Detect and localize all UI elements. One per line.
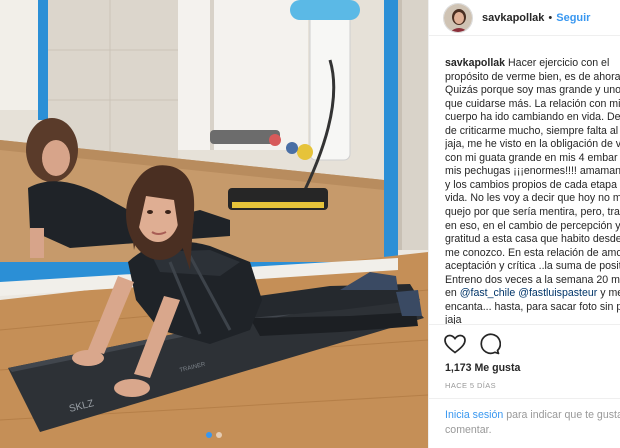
caption-line: propósito de verme bien, es de ahora. bbox=[445, 70, 620, 83]
caption-line: mis pechugas ¡¡¡enormes!!!! amamant bbox=[445, 165, 620, 178]
carousel-dot-active[interactable] bbox=[206, 432, 212, 438]
caption-line: en eso, en el cambio de percepción y bbox=[445, 219, 620, 232]
post-timestamp[interactable]: HACE 5 DÍAS bbox=[445, 381, 496, 390]
caption-line-tags: en @fast_chile @fastluispasteur y me bbox=[445, 287, 620, 301]
caption-line: vida. No les voy a decir que hoy no m bbox=[445, 192, 620, 205]
caption-line: encanta... hasta, para sacar foto sin po bbox=[445, 300, 620, 313]
divider bbox=[429, 398, 620, 399]
login-line: Inicia sesión para indicar que te gusta bbox=[445, 408, 620, 423]
login-prompt: Inicia sesión para indicar que te gusta … bbox=[445, 408, 620, 438]
avatar-image bbox=[444, 3, 472, 32]
caption-line: con mi guata grande en mis 4 embar bbox=[445, 151, 618, 164]
post-actions bbox=[443, 332, 501, 356]
caption-text: en bbox=[445, 287, 457, 300]
caption-line: jaja, me he visto en la obligación de v bbox=[445, 138, 620, 151]
caption-line-1: savkapollak Hacer ejercicio con el bbox=[445, 57, 620, 71]
caption-line: aceptación y crítica ..la suma de posit bbox=[445, 260, 620, 273]
post-side-panel: savkapollak • Seguir savkapollak Hacer e… bbox=[428, 0, 620, 448]
avatar[interactable] bbox=[443, 2, 473, 33]
divider bbox=[429, 324, 620, 325]
mention-link[interactable]: @fastluispasteur bbox=[518, 287, 597, 299]
login-text-2: comentar. bbox=[445, 424, 492, 436]
caption-line: Quizás porque soy mas grande y uno bbox=[445, 84, 620, 97]
carousel-indicator bbox=[0, 432, 428, 438]
login-text: para indicar que te gusta bbox=[503, 409, 620, 421]
caption-line: y los cambios propios de cada etapa bbox=[445, 178, 617, 191]
post-header: savkapollak • Seguir bbox=[429, 0, 620, 36]
caption-line: gratitud a esta casa que habito desde bbox=[445, 233, 620, 246]
comment-icon[interactable] bbox=[477, 332, 501, 356]
heart-icon[interactable] bbox=[443, 332, 467, 356]
caption-line: quejo por que sería mentira, pero, tra bbox=[445, 206, 620, 219]
caption-line: Entreno dos veces a la semana 20 mi bbox=[445, 273, 620, 286]
caption-text: Hacer ejercicio con el bbox=[508, 57, 610, 69]
caption-line: me conozco. En esta relación de amo bbox=[445, 246, 620, 259]
post-photo[interactable]: SKLZ TRAINER bbox=[0, 0, 428, 448]
follow-button[interactable]: Seguir bbox=[556, 12, 590, 24]
caption-line: que cuidarse más. La relación con mi bbox=[445, 97, 620, 110]
login-link[interactable]: Inicia sesión bbox=[445, 409, 503, 421]
post-caption: savkapollak Hacer ejercicio con el propó… bbox=[445, 57, 620, 324]
caption-username[interactable]: savkapollak bbox=[445, 57, 505, 69]
caption-line: de criticarme mucho, siempre falta al bbox=[445, 124, 619, 137]
carousel-dot[interactable] bbox=[216, 432, 222, 438]
header-username[interactable]: savkapollak bbox=[482, 12, 544, 24]
header-separator: • bbox=[548, 11, 553, 24]
caption-text: y me bbox=[600, 287, 620, 300]
caption-line: jaja bbox=[445, 314, 462, 324]
photo-illustration: SKLZ TRAINER bbox=[0, 0, 428, 448]
likes-count[interactable]: 1,173 Me gusta bbox=[445, 362, 520, 374]
mention-link[interactable]: @fast_chile bbox=[460, 287, 516, 299]
caption-line: cuerpo ha ido cambiando en vida. De bbox=[445, 111, 620, 124]
